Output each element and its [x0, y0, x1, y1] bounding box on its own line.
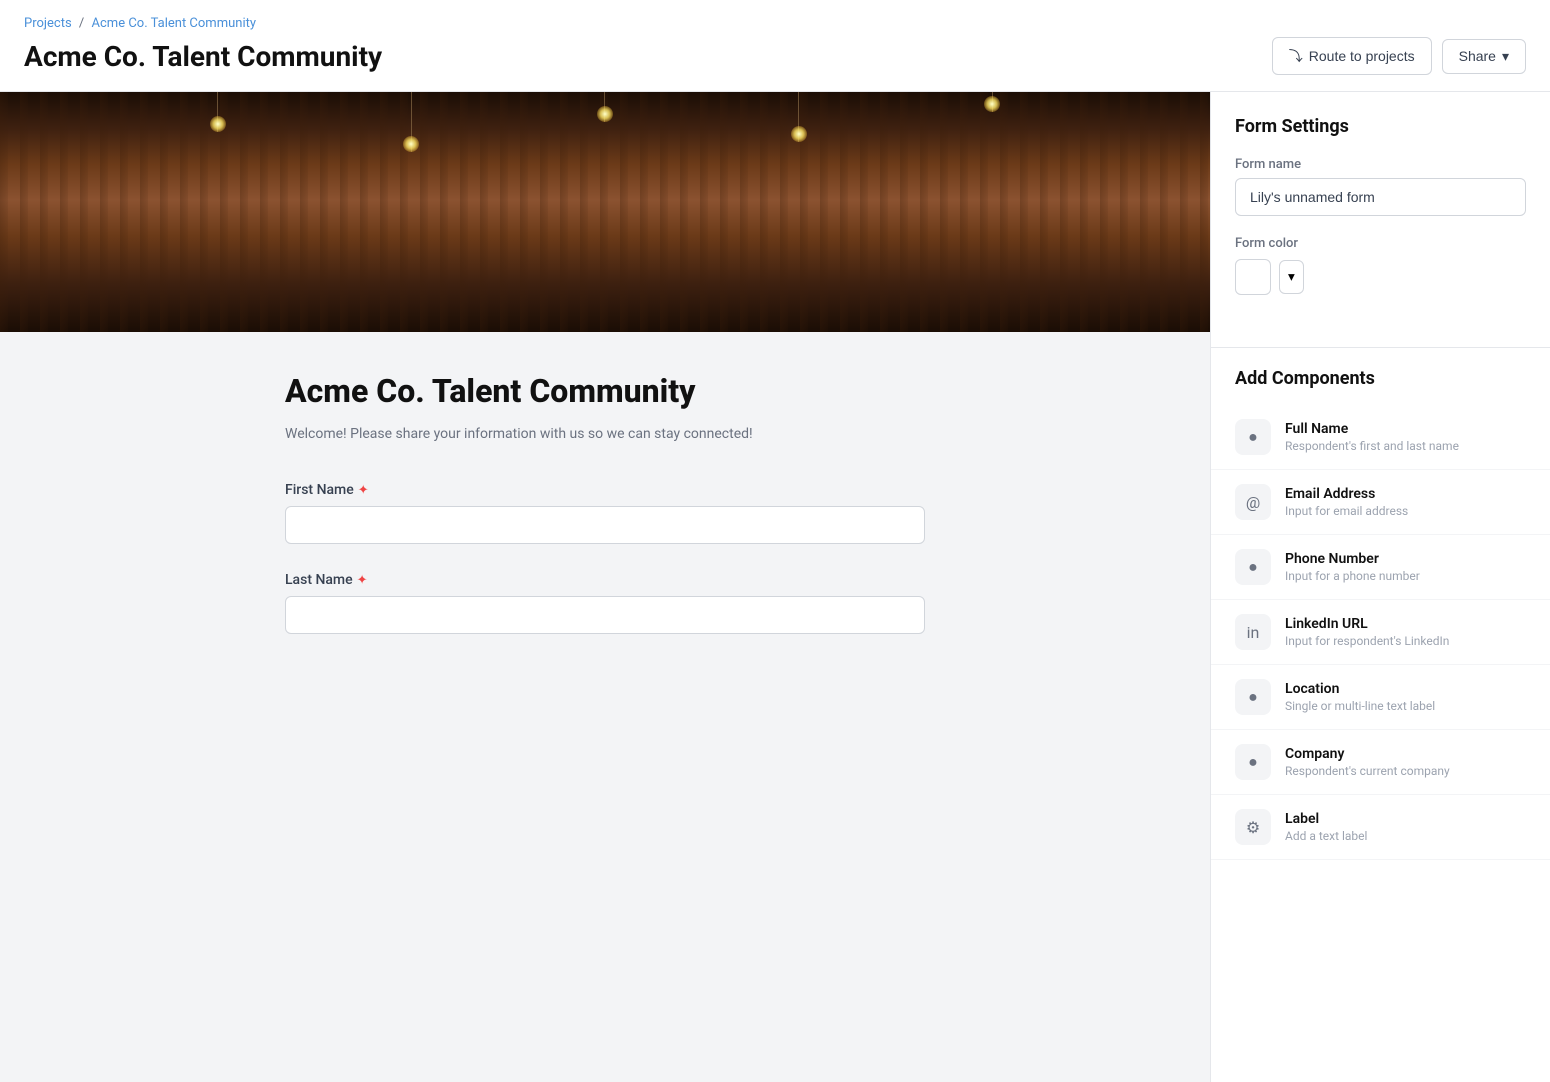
form-field-first-name: First Name ✦ — [285, 482, 925, 544]
component-name: Email Address — [1285, 486, 1526, 502]
component-desc: Input for respondent's LinkedIn — [1285, 634, 1526, 648]
route-to-projects-button[interactable]: ⤵ Route to projects — [1272, 37, 1432, 75]
form-settings-section: Form Settings Form name Form color ▾ — [1211, 92, 1550, 347]
hero-image-inner — [0, 92, 1210, 332]
last-name-label-text: Last Name — [285, 572, 353, 588]
share-chevron-icon: ▾ — [1502, 48, 1509, 65]
form-color-label: Form color — [1235, 236, 1526, 251]
component-name: Company — [1285, 746, 1526, 762]
form-field-last-name: Last Name ✦ — [285, 572, 925, 634]
component-item-phone-number[interactable]: ● Phone Number Input for a phone number — [1211, 535, 1550, 600]
main-layout: Acme Co. Talent Community Welcome! Pleas… — [0, 92, 1550, 1082]
component-name: Label — [1285, 811, 1526, 827]
share-button-label: Share — [1459, 48, 1496, 64]
component-icon-linkedin: in — [1235, 614, 1271, 650]
component-icon-at: @ — [1235, 484, 1271, 520]
form-subheading: Welcome! Please share your information w… — [285, 426, 925, 442]
component-icon-phone: ● — [1235, 549, 1271, 585]
route-icon: ⤵ — [1289, 46, 1303, 66]
sidebar-divider — [1211, 347, 1550, 348]
component-desc: Single or multi-line text label — [1285, 699, 1526, 713]
header: Projects / Acme Co. Talent Community Acm… — [0, 0, 1550, 92]
component-desc: Input for email address — [1285, 504, 1526, 518]
component-name: Phone Number — [1285, 551, 1526, 567]
last-name-required: ✦ — [357, 573, 368, 588]
light-4 — [795, 92, 803, 236]
form-preview: Acme Co. Talent Community Welcome! Pleas… — [0, 92, 1210, 1082]
component-info: Full Name Respondent's first and last na… — [1285, 421, 1526, 453]
components-list: ● Full Name Respondent's first and last … — [1211, 405, 1550, 860]
component-info: Location Single or multi-line text label — [1285, 681, 1526, 713]
header-actions: ⤵ Route to projects Share ▾ — [1272, 37, 1526, 75]
light-1 — [214, 92, 222, 236]
component-icon-location: ● — [1235, 679, 1271, 715]
component-item-email-address[interactable]: @ Email Address Input for email address — [1211, 470, 1550, 535]
component-icon-label: ⚙ — [1235, 809, 1271, 845]
component-icon-company: ● — [1235, 744, 1271, 780]
component-desc: Respondent's first and last name — [1285, 439, 1526, 453]
first-name-input[interactable] — [285, 506, 925, 544]
color-swatch — [1235, 259, 1271, 295]
light-5 — [988, 92, 996, 236]
breadcrumb: Projects / Acme Co. Talent Community — [24, 16, 1526, 31]
form-name-label: Form name — [1235, 157, 1526, 172]
last-name-input[interactable] — [285, 596, 925, 634]
form-name-input[interactable] — [1235, 178, 1526, 216]
person-figure — [560, 142, 650, 332]
component-desc: Add a text label — [1285, 829, 1526, 843]
component-icon-person: ● — [1235, 419, 1271, 455]
component-name: Location — [1285, 681, 1526, 697]
breadcrumb-separator: / — [79, 16, 84, 31]
page-title: Acme Co. Talent Community — [24, 40, 382, 73]
route-button-label: Route to projects — [1309, 48, 1415, 64]
component-item-company[interactable]: ● Company Respondent's current company — [1211, 730, 1550, 795]
color-dropdown-button[interactable]: ▾ — [1279, 260, 1304, 294]
form-card: Acme Co. Talent Community Welcome! Pleas… — [265, 332, 945, 722]
component-info: Email Address Input for email address — [1285, 486, 1526, 518]
component-info: LinkedIn URL Input for respondent's Link… — [1285, 616, 1526, 648]
component-item-full-name[interactable]: ● Full Name Respondent's first and last … — [1211, 405, 1550, 470]
component-info: Label Add a text label — [1285, 811, 1526, 843]
header-row: Acme Co. Talent Community ⤵ Route to pro… — [24, 37, 1526, 75]
color-picker-row: ▾ — [1235, 259, 1526, 295]
last-name-label: Last Name ✦ — [285, 572, 925, 588]
light-2 — [407, 92, 415, 236]
breadcrumb-current-link[interactable]: Acme Co. Talent Community — [92, 16, 257, 31]
first-name-label: First Name ✦ — [285, 482, 925, 498]
component-name: Full Name — [1285, 421, 1526, 437]
component-item-label[interactable]: ⚙ Label Add a text label — [1211, 795, 1550, 860]
first-name-required: ✦ — [358, 483, 369, 498]
hero-image — [0, 92, 1210, 332]
component-info: Company Respondent's current company — [1285, 746, 1526, 778]
component-item-location[interactable]: ● Location Single or multi-line text lab… — [1211, 665, 1550, 730]
form-settings-title: Form Settings — [1235, 116, 1526, 137]
add-components-title: Add Components — [1211, 368, 1550, 389]
right-sidebar: Form Settings Form name Form color ▾ Add… — [1210, 92, 1550, 1082]
component-desc: Input for a phone number — [1285, 569, 1526, 583]
form-heading: Acme Co. Talent Community — [285, 372, 925, 410]
component-desc: Respondent's current company — [1285, 764, 1526, 778]
form-content-wrapper: Acme Co. Talent Community Welcome! Pleas… — [0, 332, 1210, 722]
component-info: Phone Number Input for a phone number — [1285, 551, 1526, 583]
component-name: LinkedIn URL — [1285, 616, 1526, 632]
component-item-linkedin-url[interactable]: in LinkedIn URL Input for respondent's L… — [1211, 600, 1550, 665]
color-chevron-icon: ▾ — [1288, 269, 1295, 285]
first-name-label-text: First Name — [285, 482, 354, 498]
share-button[interactable]: Share ▾ — [1442, 39, 1526, 74]
breadcrumb-projects-link[interactable]: Projects — [24, 16, 72, 31]
